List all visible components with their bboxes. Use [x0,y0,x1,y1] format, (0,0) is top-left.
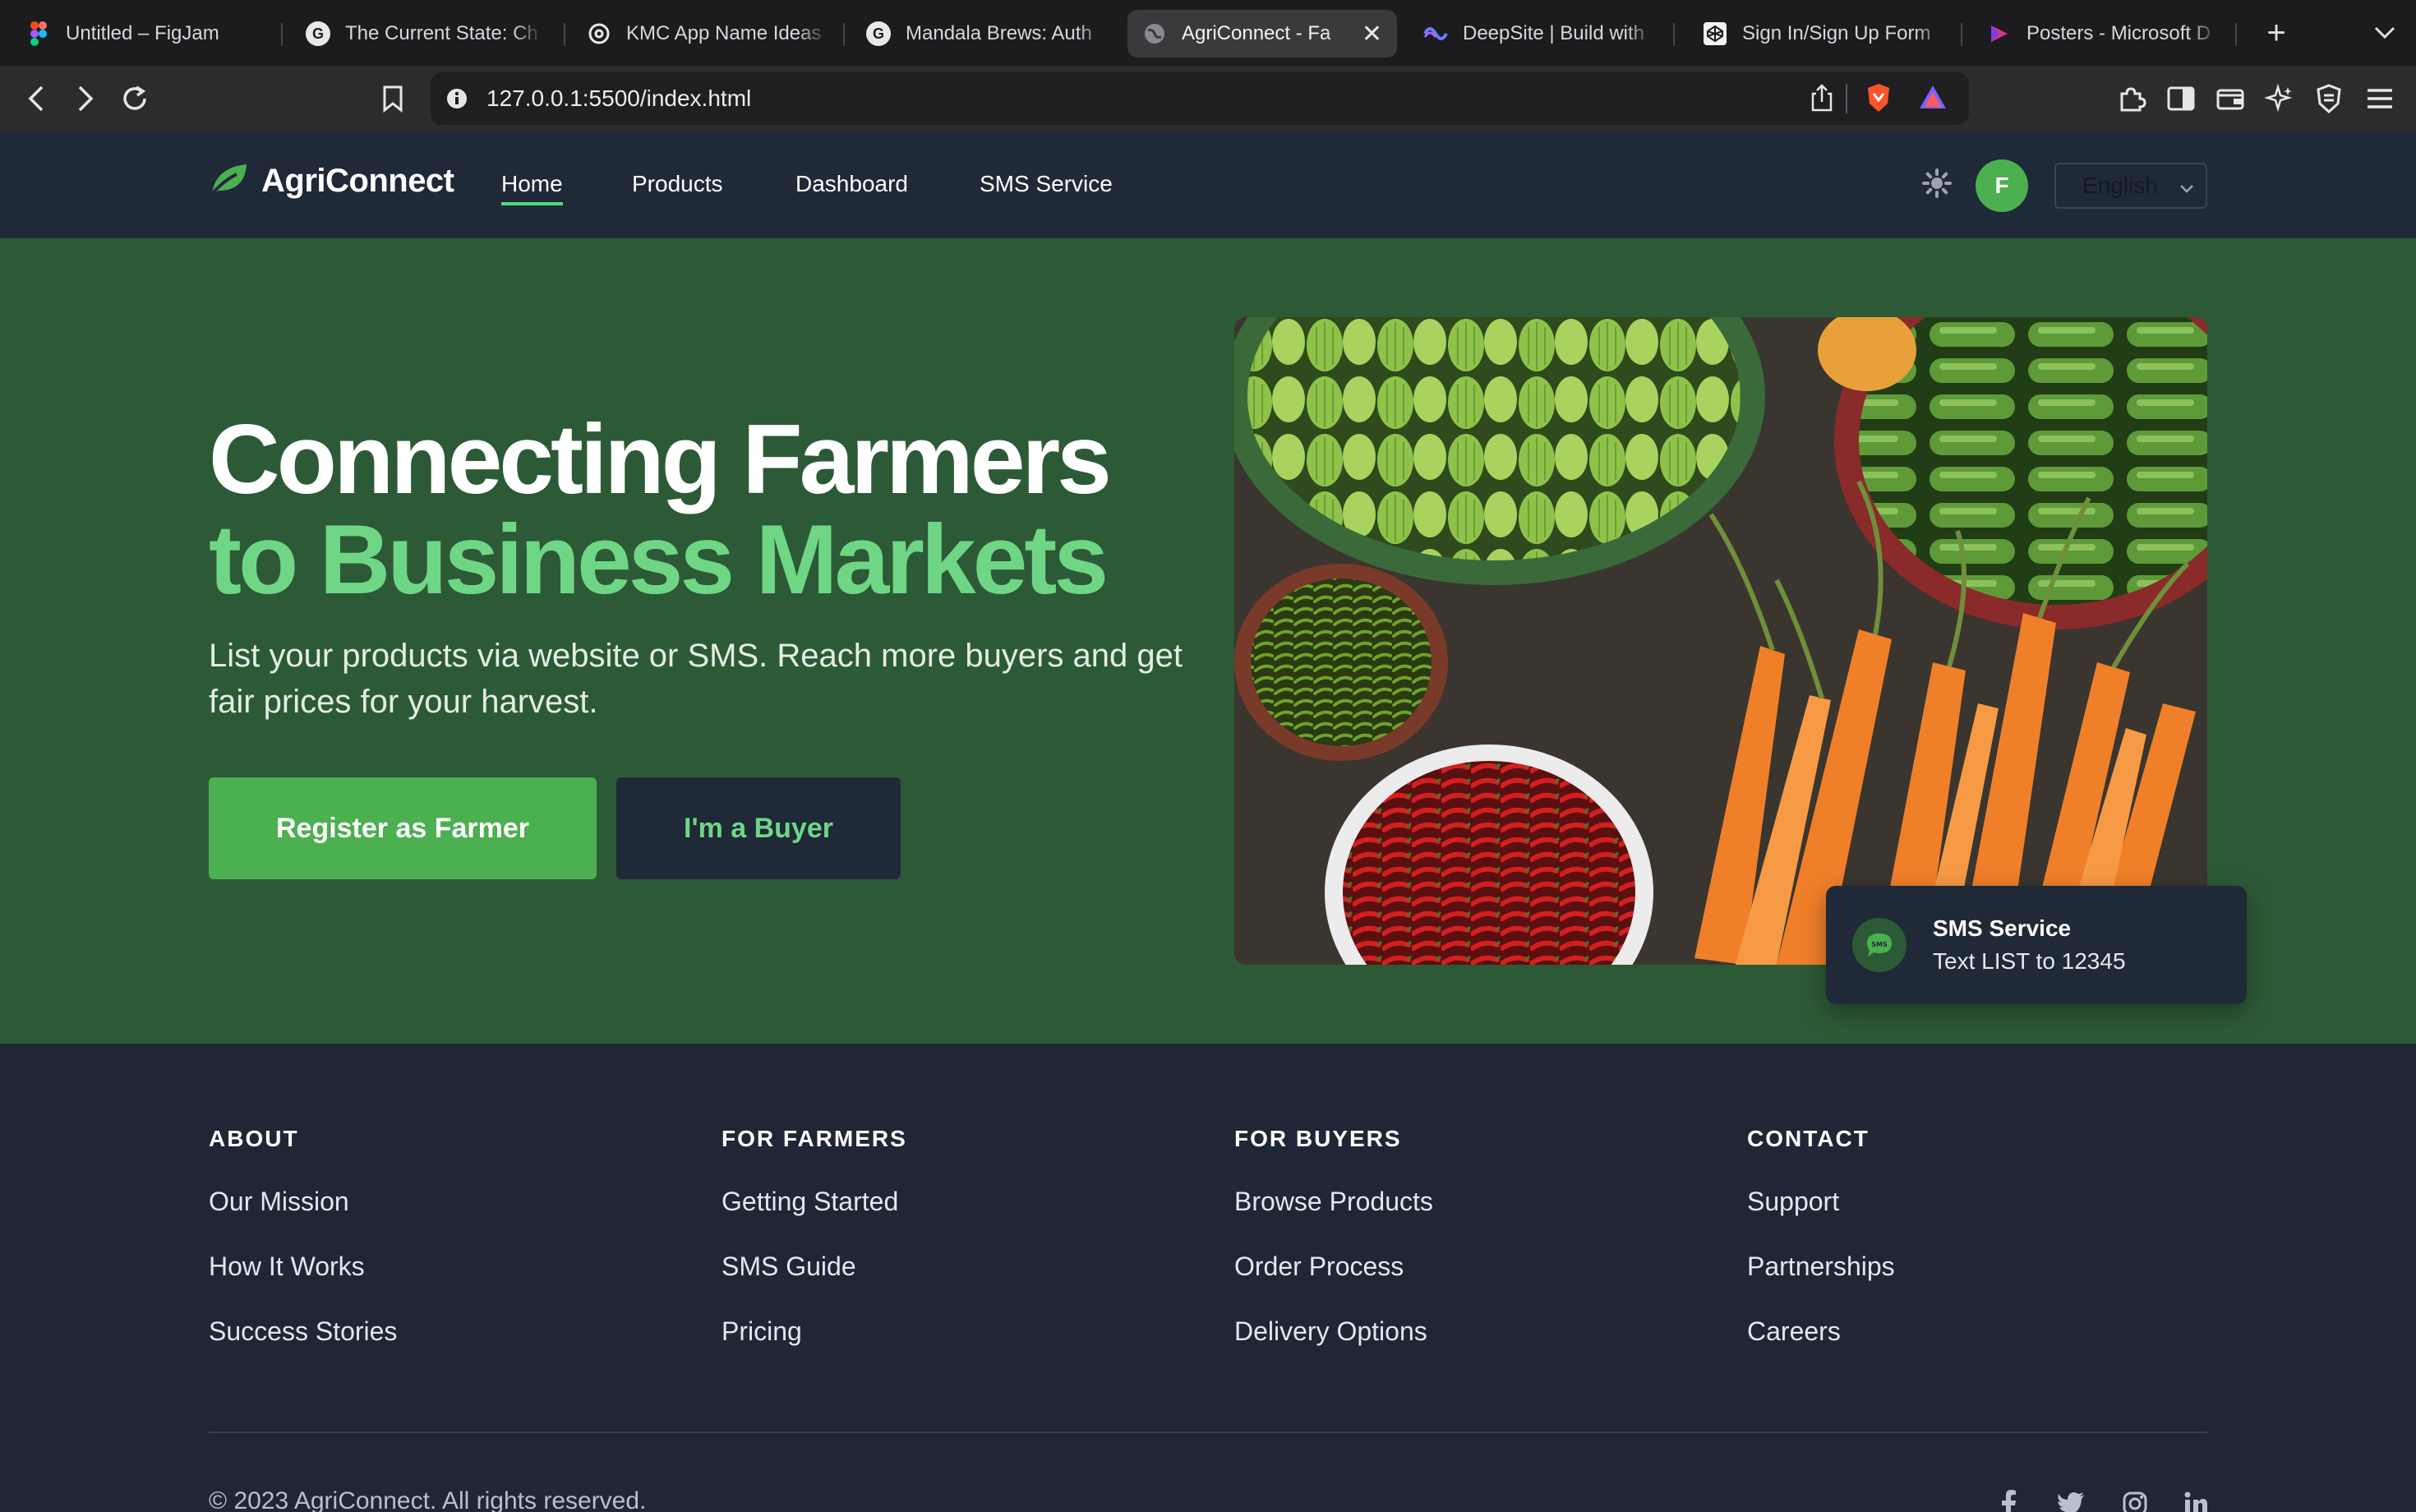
tab-title: DeepSite | Build with [1463,22,1645,44]
deepsite-icon [1423,21,1448,46]
language-select-value: English [2082,173,2158,198]
facebook-icon[interactable] [1992,1487,2025,1512]
leaf-icon [209,161,250,201]
share-icon[interactable] [1810,84,1834,116]
footer-link[interactable]: Pricing [722,1316,907,1347]
tab-title: Sign In/Sign Up Form [1742,22,1931,44]
openai-icon [587,21,611,46]
sms-card-title: SMS Service [1933,915,2072,941]
register-farmer-button[interactable]: Register as Farmer [209,777,597,879]
hero-title: Connecting Farmers to Business Markets [209,404,1112,615]
browser-toolbar: 127.0.0.1:5500/index.html [0,66,2416,131]
footer-column-about: ABOUT Our Mission How It Works Success S… [209,1126,397,1347]
brave-shield-icon[interactable] [1865,82,1892,118]
tab-title: Posters - Microsoft D [2026,22,2211,44]
back-button[interactable] [15,77,58,120]
hero-section: Connecting Farmers to Business Markets L… [0,238,2416,1044]
theme-toggle-button[interactable] [1918,166,1956,204]
hero-title-line2: to Business Markets [209,505,1109,615]
sun-icon [1921,168,1953,203]
site-info-icon[interactable] [444,85,470,112]
footer-link[interactable]: Order Process [1234,1252,1433,1282]
browser-tab-current-state[interactable]: G The Current State: Ch [291,10,557,58]
figma-icon [26,21,51,46]
footer-heading: FOR FARMERS [722,1126,907,1151]
nav-link-dashboard[interactable]: Dashboard [795,171,908,197]
svg-text:SMS: SMS [1871,941,1888,948]
new-tab-button[interactable]: + [2255,12,2298,54]
site-navbar: AgriConnect Home Products Dashboard SMS … [0,131,2416,238]
brand-logo[interactable]: AgriConnect [209,161,454,201]
microsoft-designer-icon [1987,21,2012,46]
footer-column-farmers: FOR FARMERS Getting Started SMS Guide Pr… [722,1126,907,1347]
footer-divider [209,1431,2207,1433]
nav-link-products[interactable]: Products [632,171,723,197]
footer-heading: ABOUT [209,1126,299,1151]
footer-link[interactable]: Browse Products [1234,1187,1433,1217]
browser-tab-deepsite[interactable]: DeepSite | Build with [1409,10,1670,58]
site-footer: ABOUT Our Mission How It Works Success S… [0,1044,2416,1512]
footer-link[interactable]: Getting Started [722,1187,907,1217]
sms-card-text: Text LIST to 12345 [1933,948,2126,974]
tab-title: The Current State: Ch [345,22,538,44]
extensions-icon[interactable] [2110,77,2153,120]
browser-tab-figjam[interactable]: Untitled – FigJam [12,10,273,58]
google-g-icon: G [306,21,330,46]
brand-name: AgriConnect [261,163,454,199]
twitter-icon[interactable] [2054,1487,2087,1512]
browser-tab-signin[interactable]: Sign In/Sign Up Form [1688,10,1961,58]
sms-chat-icon: SMS [1852,918,1907,972]
sidebar-toggle-icon[interactable] [2160,77,2202,120]
footer-column-buyers: FOR BUYERS Browse Products Order Process… [1234,1126,1433,1347]
hero-title-line1: Connecting Farmers [209,404,1112,514]
nav-link-sms-service[interactable]: SMS Service [980,171,1113,197]
url-text: 127.0.0.1:5500/index.html [486,85,752,111]
globe-icon [1142,21,1167,46]
sms-service-card: SMS SMS Service Text LIST to 12345 [1826,886,2247,1004]
language-select[interactable]: English [2054,163,2207,209]
footer-link[interactable]: Careers [1747,1316,1895,1347]
leo-ai-icon[interactable] [2258,77,2301,120]
brave-rewards-icon[interactable] [1918,84,1948,114]
footer-link[interactable]: SMS Guide [722,1252,907,1282]
footer-link[interactable]: Our Mission [209,1187,397,1217]
address-bar[interactable]: 127.0.0.1:5500/index.html [431,72,1969,125]
vpn-shield-icon[interactable] [2308,77,2350,120]
footer-link[interactable]: How It Works [209,1252,397,1282]
tab-title: AgriConnect - Fa [1182,22,1331,44]
tab-title: Mandala Brews: Auth [906,22,1092,44]
browser-tab-posters[interactable]: Posters - Microsoft D [1972,10,2234,58]
browser-tab-bar: Untitled – FigJam G The Current State: C… [0,0,2416,66]
vegetables-market-image [1234,317,2207,965]
footer-heading: CONTACT [1747,1126,1870,1151]
copyright-text: © 2023 AgriConnect. All rights reserved. [209,1487,647,1512]
browser-tab-kmc[interactable]: KMC App Name Ideas [572,10,843,58]
forward-button[interactable] [64,77,107,120]
linkedin-icon[interactable] [2179,1487,2212,1512]
hero-subtitle: List your products via website or SMS. R… [209,638,1183,720]
tab-title: Untitled – FigJam [66,22,219,44]
close-tab-icon[interactable]: ✕ [1362,20,1382,48]
instagram-icon[interactable] [2119,1487,2151,1512]
footer-column-contact: CONTACT Support Partnerships Careers [1747,1126,1895,1347]
footer-link[interactable]: Partnerships [1747,1252,1895,1282]
nav-link-home[interactable]: Home [501,171,563,205]
bookmark-button[interactable] [371,77,414,120]
wallet-icon[interactable] [2209,77,2252,120]
codepen-icon [1703,21,1727,46]
user-avatar[interactable]: F [1976,159,2028,212]
footer-link[interactable]: Success Stories [209,1316,397,1347]
menu-icon[interactable] [2358,77,2401,120]
footer-link[interactable]: Support [1747,1187,1895,1217]
google-g-icon: G [866,21,891,46]
footer-heading: FOR BUYERS [1234,1126,1402,1151]
tab-title: KMC App Name Ideas [626,22,822,44]
chevron-down-icon [2178,177,2196,204]
buyer-button[interactable]: I'm a Buyer [616,777,901,879]
browser-tab-mandala[interactable]: G Mandala Brews: Auth [851,10,1123,58]
reload-button[interactable] [113,77,156,120]
browser-tab-agriconnect[interactable]: AgriConnect - Fa ✕ [1127,10,1397,58]
tab-list-chevron-icon[interactable] [2363,12,2406,54]
footer-link[interactable]: Delivery Options [1234,1316,1433,1347]
